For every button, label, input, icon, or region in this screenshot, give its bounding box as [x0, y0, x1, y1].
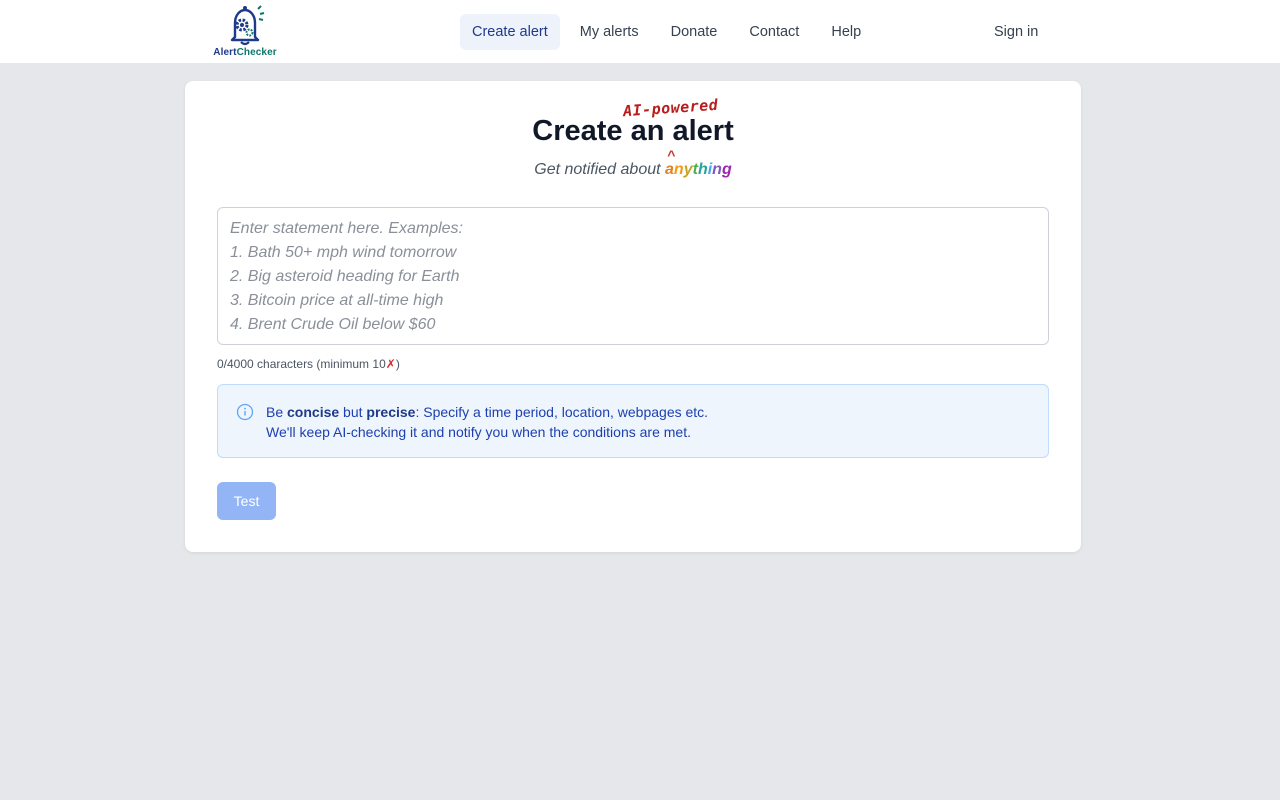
- character-counter: 0/4000 characters (minimum 10✗): [217, 357, 400, 371]
- nav-donate[interactable]: Donate: [659, 14, 730, 50]
- statement-input[interactable]: [230, 217, 1036, 335]
- main-nav: Create alert My alerts Donate Contact He…: [460, 14, 881, 50]
- tip-text: Be concise but precise: Specify a time p…: [266, 402, 708, 442]
- brand-logo[interactable]: AlertChecker: [212, 3, 278, 61]
- top-navbar: AlertChecker Create alert My alerts Dona…: [0, 0, 1280, 64]
- test-button[interactable]: Test: [217, 482, 276, 520]
- tip-info-box: Be concise but precise: Specify a time p…: [217, 384, 1049, 458]
- bell-gear-icon: [230, 5, 265, 46]
- sign-in-link[interactable]: Sign in: [994, 14, 1038, 50]
- nav-help[interactable]: Help: [819, 14, 873, 50]
- nav-contact[interactable]: Contact: [737, 14, 811, 50]
- info-icon: [236, 403, 254, 421]
- tip-line-1: Be concise but precise: Specify a time p…: [266, 404, 709, 420]
- rainbow-letter: a: [665, 161, 674, 178]
- rainbow-letter: y: [683, 161, 693, 178]
- nav-create-alert[interactable]: Create alert: [460, 14, 560, 50]
- rainbow-letter: h: [697, 161, 708, 178]
- rainbow-word: anything: [665, 161, 732, 178]
- create-alert-card: Create an alert ^ AI-powered Get notifie…: [185, 81, 1081, 552]
- rainbow-letter: n: [673, 161, 684, 178]
- rainbow-letter: g: [721, 161, 732, 178]
- nav-my-alerts[interactable]: My alerts: [568, 14, 651, 50]
- brand-name: AlertChecker: [213, 47, 277, 58]
- page-subtitle: Get notified about anything: [534, 161, 732, 178]
- tip-line-2: We'll keep AI-checking it and notify you…: [266, 424, 691, 440]
- rainbow-letter: n: [712, 161, 722, 178]
- statement-input-box[interactable]: Enter statement here. Examples: 1. Bath 5…: [217, 207, 1049, 345]
- invalid-mark: ✗: [385, 357, 396, 371]
